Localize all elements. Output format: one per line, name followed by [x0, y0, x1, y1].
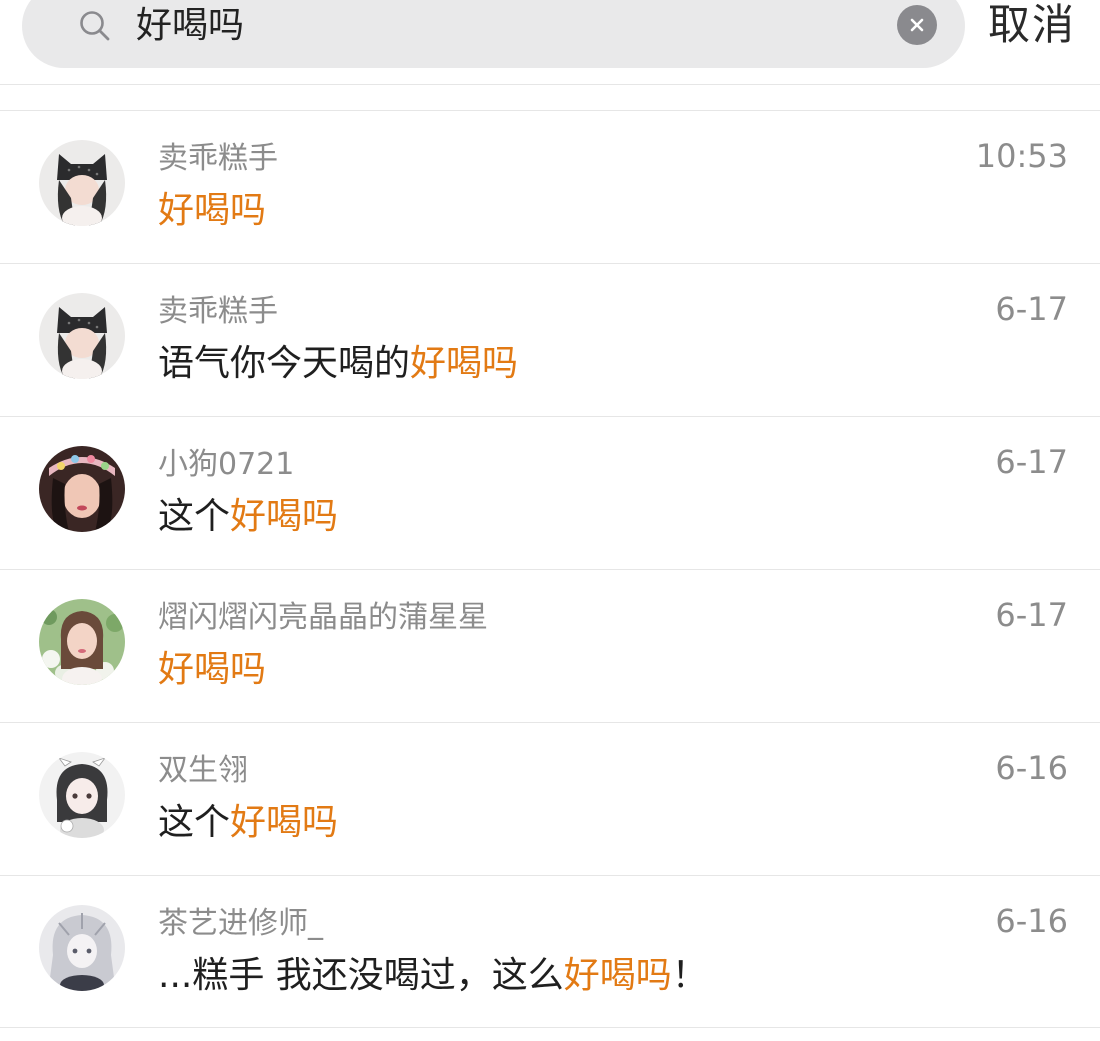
sender-name: 熠闪熠闪亮晶晶的蒲星星	[158, 600, 488, 635]
avatar[interactable]	[39, 446, 125, 532]
search-icon	[78, 9, 112, 43]
message-snippet: 语气你今天喝的好喝吗	[158, 340, 518, 388]
message-snippet: 这个好喝吗	[158, 493, 338, 541]
avatar[interactable]	[39, 140, 125, 226]
clear-search-button[interactable]	[897, 5, 937, 45]
close-icon	[910, 18, 924, 32]
timestamp: 6-16	[995, 902, 1068, 940]
search-match-highlight: 好喝吗	[563, 955, 672, 996]
search-bar[interactable]	[22, 0, 965, 68]
message-snippet: 好喝吗	[158, 187, 266, 235]
snippet-suffix: ！	[671, 955, 708, 996]
timestamp: 10:53	[975, 137, 1068, 175]
sender-name: 卖乖糕手	[158, 294, 278, 329]
search-match-highlight: 好喝吗	[230, 496, 339, 537]
message-snippet: 好喝吗	[158, 646, 266, 694]
search-match-highlight: 好喝吗	[158, 190, 267, 231]
result-item[interactable]: 卖乖糕手 10:53 好喝吗	[0, 110, 1100, 263]
message-snippet: ...糕手 我还没喝过，这么好喝吗！	[158, 952, 708, 1000]
search-match-highlight: 好喝吗	[230, 802, 339, 843]
sender-name: 双生翎	[158, 753, 248, 788]
search-match-highlight: 好喝吗	[158, 649, 267, 690]
snippet-prefix: ...糕手 我还没喝过，这么	[158, 955, 564, 996]
timestamp: 6-17	[995, 443, 1068, 481]
snippet-prefix: 这个	[158, 802, 231, 843]
message-snippet: 这个好喝吗	[158, 799, 338, 847]
cancel-button[interactable]: 取消	[988, 0, 1076, 50]
result-item[interactable]: 小狗0721 6-17 这个好喝吗	[0, 416, 1100, 569]
search-input[interactable]	[136, 2, 836, 50]
search-match-highlight: 好喝吗	[410, 343, 519, 384]
avatar[interactable]	[39, 905, 125, 991]
timestamp: 6-17	[995, 290, 1068, 328]
timestamp: 6-17	[995, 596, 1068, 634]
search-results-screen: 取消 卖乖糕手 10:53 好喝吗	[0, 0, 1100, 1041]
snippet-prefix: 这个	[158, 496, 231, 537]
avatar[interactable]	[39, 752, 125, 838]
result-item[interactable]: 熠闪熠闪亮晶晶的蒲星星 6-17 好喝吗	[0, 569, 1100, 722]
sender-name: 小狗0721	[158, 447, 295, 482]
timestamp: 6-16	[995, 749, 1068, 787]
result-item[interactable]: 双生翎 6-16 这个好喝吗	[0, 722, 1100, 875]
sender-name: 茶艺进修师_	[158, 906, 323, 941]
avatar[interactable]	[39, 293, 125, 379]
sender-name: 卖乖糕手	[158, 141, 278, 176]
snippet-prefix: 语气你今天喝的	[158, 343, 411, 384]
header-divider	[0, 84, 1100, 85]
result-item[interactable]: 茶艺进修师_ 6-16 ...糕手 我还没喝过，这么好喝吗！	[0, 875, 1100, 1028]
avatar[interactable]	[39, 599, 125, 685]
search-result-list: 卖乖糕手 10:53 好喝吗 卖乖糕手 6-17 语气你今天喝的好喝吗 小狗07…	[0, 110, 1100, 1028]
result-item[interactable]: 卖乖糕手 6-17 语气你今天喝的好喝吗	[0, 263, 1100, 416]
